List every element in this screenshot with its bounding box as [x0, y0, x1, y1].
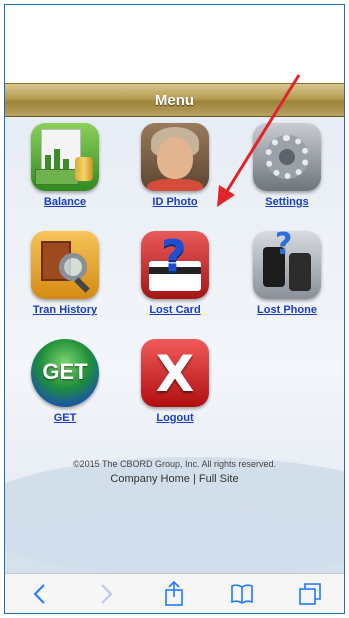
logout-icon[interactable]: X — [141, 339, 209, 407]
lost-card-link[interactable]: Lost Card — [149, 304, 200, 316]
footer-links: Company Home | Full Site — [5, 473, 344, 485]
back-icon — [33, 583, 45, 604]
bookmarks-icon — [231, 583, 254, 604]
back-button[interactable] — [22, 579, 56, 609]
annotation-arrow-icon — [217, 74, 301, 207]
copyright-text: ©2015 The CBORD Group, Inc. All rights r… — [72, 459, 277, 469]
get-link[interactable]: GET — [54, 412, 77, 424]
tabs-button[interactable] — [293, 579, 327, 609]
screenshot-frame: Menu Balance ID Photo Settings Tran Hist… — [4, 4, 345, 614]
full-site-link[interactable]: Full Site — [199, 473, 239, 485]
tabs-icon — [299, 582, 321, 605]
browser-toolbar — [5, 573, 344, 613]
tile-logout[interactable]: X Logout — [125, 339, 225, 424]
tile-get[interactable]: GET GET — [15, 339, 115, 424]
share-button[interactable] — [157, 579, 191, 609]
forward-icon — [100, 583, 113, 604]
get-icon[interactable]: GET — [31, 339, 99, 407]
footer-separator: | — [192, 473, 196, 485]
tran-history-link[interactable]: Tran History — [33, 304, 97, 316]
logout-link[interactable]: Logout — [156, 412, 193, 424]
lost-phone-link[interactable]: Lost Phone — [257, 304, 317, 316]
share-icon — [165, 580, 184, 606]
forward-button[interactable] — [90, 579, 124, 609]
background-wave — [5, 507, 344, 575]
company-home-link[interactable]: Company Home — [110, 473, 189, 485]
bookmarks-button[interactable] — [225, 579, 259, 609]
